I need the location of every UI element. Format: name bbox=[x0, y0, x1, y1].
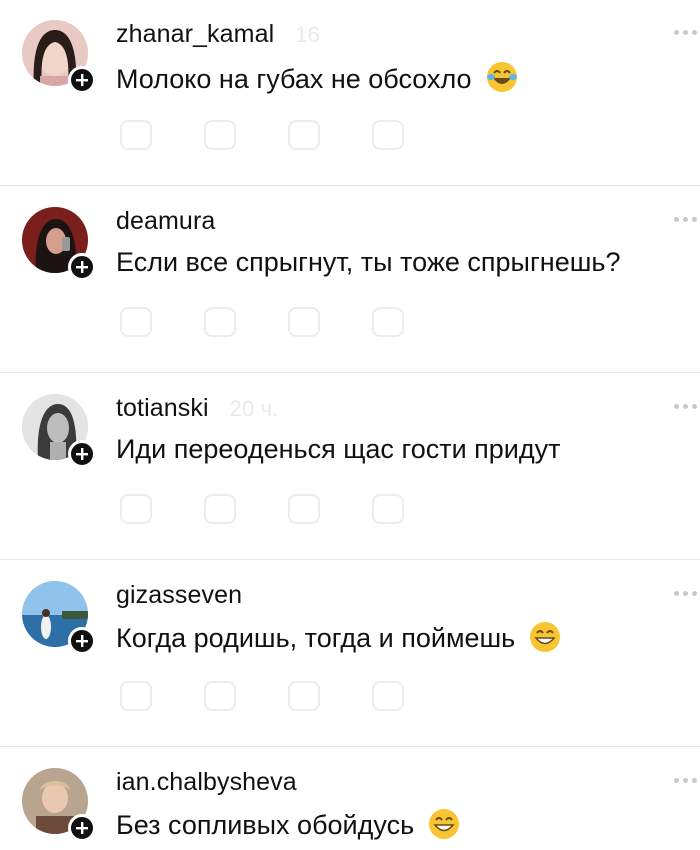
faded-actions bbox=[120, 681, 404, 711]
plus-icon bbox=[76, 448, 88, 460]
more-options-button[interactable] bbox=[674, 589, 700, 597]
comment-text: Без сопливых обойдусь bbox=[116, 808, 460, 841]
faded-actions bbox=[120, 494, 404, 524]
comment-item: totianski 20 ч. Иди переоденься щас гост… bbox=[0, 374, 700, 560]
more-options-button[interactable] bbox=[674, 402, 700, 410]
comment-feed: zhanar_kamal 16 Молоко на губах не обсох… bbox=[0, 0, 700, 850]
username-text[interactable]: deamura bbox=[116, 207, 215, 235]
more-dots-icon bbox=[674, 29, 679, 35]
username[interactable]: deamura bbox=[116, 207, 229, 236]
avatar-container[interactable] bbox=[22, 207, 96, 281]
follow-plus-button[interactable] bbox=[68, 440, 96, 468]
comment-message: Иди переоденься щас гости придут bbox=[116, 434, 561, 464]
plus-icon bbox=[76, 822, 88, 834]
username-text[interactable]: gizasseven bbox=[116, 581, 242, 609]
grin-emoji-icon bbox=[428, 809, 459, 839]
username-text[interactable]: totianski bbox=[116, 394, 209, 422]
more-options-button[interactable] bbox=[674, 28, 700, 36]
comment-item: gizasseven Когда родишь, тогда и поймешь bbox=[0, 561, 700, 747]
plus-icon bbox=[76, 74, 88, 86]
grin-emoji-icon bbox=[529, 622, 560, 652]
comment-text: Если все спрыгнут, ты тоже спрыгнешь? bbox=[116, 247, 620, 278]
more-dots-icon bbox=[674, 216, 679, 222]
avatar-container[interactable] bbox=[22, 768, 96, 842]
comment-message: Без сопливых обойдусь bbox=[116, 810, 415, 840]
comment-text: Иди переоденься щас гости придут bbox=[116, 434, 561, 465]
comment-item: deamura Если все спрыгнут, ты тоже спрыг… bbox=[0, 187, 700, 373]
plus-icon bbox=[76, 635, 88, 647]
follow-plus-button[interactable] bbox=[68, 253, 96, 281]
follow-plus-button[interactable] bbox=[68, 627, 96, 655]
username[interactable]: gizasseven bbox=[116, 581, 256, 610]
username-text[interactable]: ian.chalbysheva bbox=[116, 768, 297, 796]
more-dots-icon bbox=[674, 403, 679, 409]
avatar-container[interactable] bbox=[22, 581, 96, 655]
comment-message: Молоко на губах не обсохло bbox=[116, 64, 472, 94]
more-dots-icon bbox=[674, 590, 679, 596]
username[interactable]: ian.chalbysheva bbox=[116, 768, 311, 797]
username[interactable]: zhanar_kamal 16 bbox=[116, 20, 320, 49]
username-text[interactable]: zhanar_kamal bbox=[116, 20, 274, 48]
comment-item: zhanar_kamal 16 Молоко на губах не обсох… bbox=[0, 0, 700, 186]
plus-icon bbox=[76, 261, 88, 273]
follow-plus-button[interactable] bbox=[68, 814, 96, 842]
comment-message: Когда родишь, тогда и поймешь bbox=[116, 623, 516, 653]
faded-actions bbox=[120, 120, 404, 150]
username[interactable]: totianski 20 ч. bbox=[116, 394, 278, 423]
timestamp: 20 ч. bbox=[229, 396, 279, 421]
joy-emoji-icon bbox=[487, 62, 518, 92]
comment-text: Когда родишь, тогда и поймешь bbox=[116, 621, 561, 654]
more-options-button[interactable] bbox=[674, 776, 700, 784]
more-dots-icon bbox=[674, 777, 679, 783]
timestamp: 16 bbox=[295, 22, 320, 47]
more-options-button[interactable] bbox=[674, 215, 700, 223]
comment-message: Если все спрыгнут, ты тоже спрыгнешь? bbox=[116, 247, 621, 277]
comment-item: ian.chalbysheva Без сопливых обойдусь bbox=[0, 748, 700, 850]
avatar-container[interactable] bbox=[22, 394, 96, 468]
follow-plus-button[interactable] bbox=[68, 66, 96, 94]
avatar-container[interactable] bbox=[22, 20, 96, 94]
faded-actions bbox=[120, 307, 404, 337]
comment-text: Молоко на губах не обсохло bbox=[116, 60, 519, 95]
